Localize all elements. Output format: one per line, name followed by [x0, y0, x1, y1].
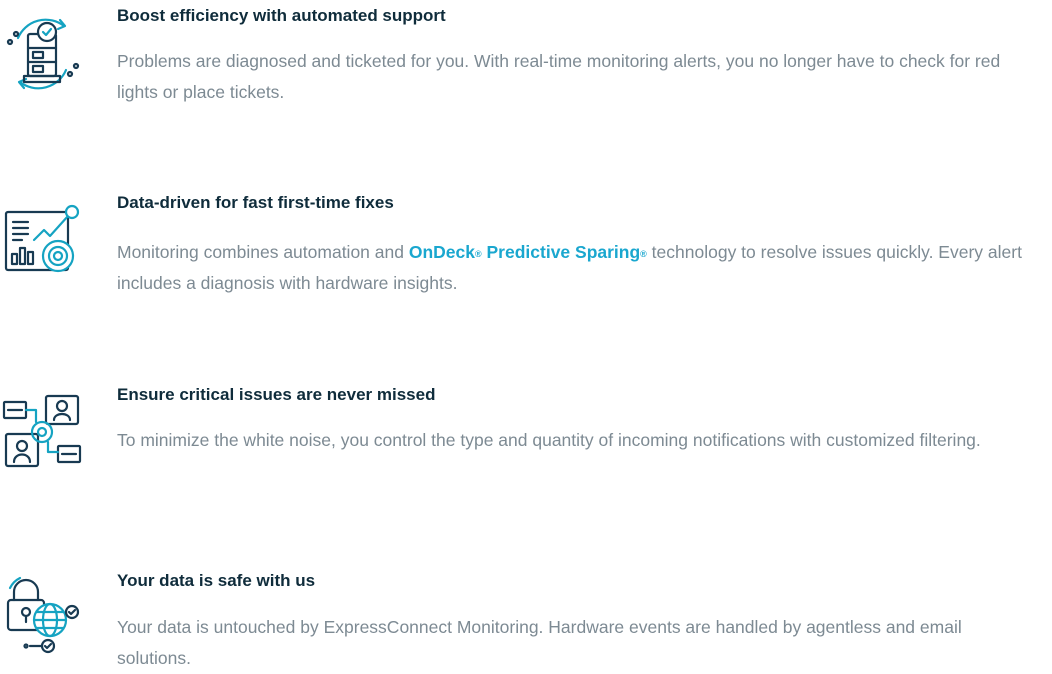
- description-text: Monitoring combines automation and: [117, 242, 409, 262]
- feature-description: To minimize the white noise, you control…: [117, 430, 981, 450]
- feature-title: Your data is safe with us: [117, 571, 316, 590]
- feature-title: Data-driven for fast first-time fixes: [117, 193, 394, 212]
- analytics-dashboard-icon: [0, 200, 84, 284]
- feature-description: Problems are diagnosed and ticketed for …: [117, 51, 1001, 102]
- feature-description: Your data is untouched by ExpressConnect…: [117, 617, 962, 668]
- brand-ondeck: OnDeck® Predictive Sparing®: [408, 242, 647, 262]
- feature-title: Boost efficiency with automated support: [117, 6, 446, 25]
- server-sync-icon: [0, 12, 84, 96]
- feature-description: Monitoring combines automation and OnDec…: [117, 237, 1037, 299]
- user-network-settings-icon: [0, 390, 84, 474]
- secure-globe-lock-icon: [0, 570, 84, 654]
- feature-title: Ensure critical issues are never missed: [117, 385, 436, 404]
